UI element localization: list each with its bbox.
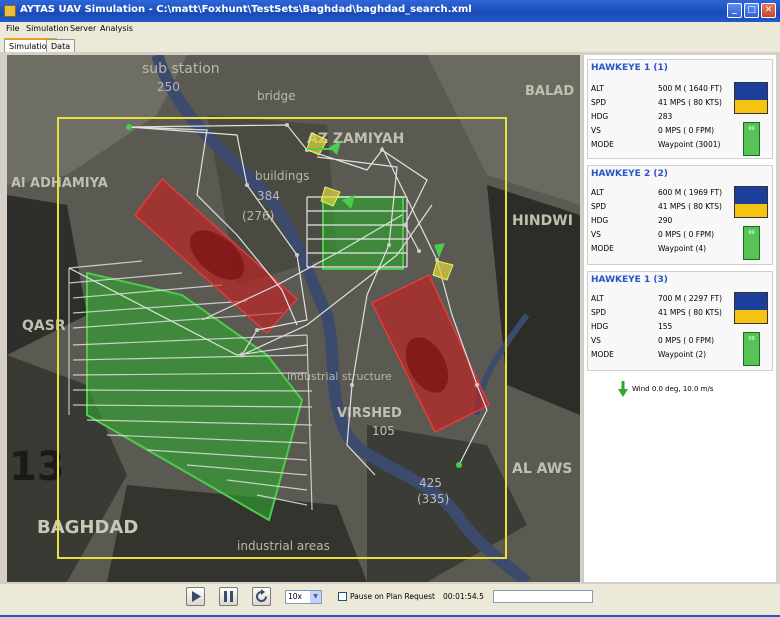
attitude-indicator — [734, 82, 768, 114]
spd-row: SPD 41 MPS ( 80 KTS) — [591, 308, 722, 317]
window-title: AYTAS UAV Simulation - C:\matt\Foxhunt\T… — [20, 4, 472, 15]
map-label-250: 250 — [157, 80, 180, 94]
uav-status-panel: HAWKEYE 1 (1) ALT 500 M ( 1640 FT) SPD 41 … — [583, 55, 776, 582]
maximize-button[interactable]: □ — [744, 3, 759, 18]
alt-row: ALT 700 M ( 2297 FT) — [591, 294, 723, 303]
refresh-icon — [256, 589, 267, 602]
sim-timer: 00:01:54.5 — [443, 592, 484, 601]
uav-name: HAWKEYE 1 (3) — [591, 275, 668, 285]
alt-row: ALT 500 M ( 1640 FT) — [591, 84, 723, 93]
pause-icon — [224, 591, 233, 602]
mode-row: MODE Waypoint (2) — [591, 350, 707, 359]
uav-name: HAWKEYE 1 (1) — [591, 63, 668, 73]
map-label-qasr: QASR — [22, 318, 66, 334]
map-label-substation: sub station — [142, 61, 220, 77]
pause-on-plan-label: Pause on Plan Request — [350, 592, 435, 601]
map-label-aladhamiya: Al ADHAMIYA — [11, 176, 108, 191]
close-button[interactable]: ✕ — [761, 3, 776, 18]
menu-file[interactable]: File — [6, 24, 19, 33]
fuel-gauge: 99 — [743, 226, 760, 260]
wind-indicator: Wind 0.0 deg, 10.0 m/s — [618, 381, 714, 397]
progress-bar — [493, 590, 593, 603]
map-label-bridge: bridge — [257, 89, 296, 103]
menu-analysis[interactable]: Analysis — [100, 24, 133, 33]
hdg-row: HDG 155 — [591, 322, 673, 331]
fuel-gauge: 99 — [743, 122, 760, 156]
hdg-row: HDG 283 — [591, 112, 673, 121]
home-marker[interactable] — [126, 124, 132, 130]
play-button[interactable] — [186, 587, 205, 606]
uav-name: HAWKEYE 2 (2) — [591, 169, 668, 179]
map-label-384: 384 — [257, 189, 280, 203]
pause-button[interactable] — [219, 587, 238, 606]
reset-button[interactable] — [252, 587, 271, 606]
map-label-virshed: VIRSHED — [337, 406, 402, 421]
wind-arrow-icon — [618, 381, 628, 397]
alt-row: ALT 600 M ( 1969 FT) — [591, 188, 723, 197]
map-label-105: 105 — [372, 424, 395, 438]
attitude-indicator — [734, 186, 768, 218]
menu-bar: File Simulation Server Analysis — [0, 22, 780, 36]
goal-marker[interactable] — [456, 462, 462, 468]
map-label-13: 13 — [9, 444, 65, 490]
mode-row: MODE Waypoint (3001) — [591, 140, 721, 149]
vs-row: VS 0 MPS ( 0 FPM) — [591, 336, 714, 345]
map-label-425: 425 — [419, 476, 442, 490]
menu-server[interactable]: Server — [70, 24, 96, 33]
fuel-gauge: 99 — [743, 332, 760, 366]
tab-bar: Simulation Data — [0, 36, 780, 52]
map-label-alaws: AL AWS — [512, 461, 572, 477]
speed-select[interactable]: 10x ▼ — [285, 590, 322, 604]
play-icon — [192, 591, 201, 602]
uav-card-3: HAWKEYE 1 (3) ALT 700 M ( 2297 FT) SPD 41 … — [587, 271, 773, 371]
speed-value: 10x — [288, 592, 302, 601]
spd-row: SPD 41 MPS ( 80 KTS) — [591, 98, 722, 107]
uav-card-1: HAWKEYE 1 (1) ALT 500 M ( 1640 FT) SPD 41 … — [587, 59, 773, 159]
map-label-baghdad: BAGHDAD — [37, 517, 138, 538]
spd-row: SPD 41 MPS ( 80 KTS) — [591, 202, 722, 211]
map-label-hindwi: HINDWI — [512, 213, 573, 229]
map-view[interactable]: sub station 250 bridge AZ ZAMIYAH Al ADH… — [7, 55, 580, 582]
chevron-down-icon[interactable]: ▼ — [310, 591, 321, 603]
minimize-button[interactable]: _ — [727, 3, 742, 18]
map-label-335: (335) — [417, 492, 449, 506]
map-label-industrial: industrial structure — [287, 370, 392, 383]
tab-data[interactable]: Data — [46, 39, 76, 52]
control-bar: 10x ▼ Pause on Plan Request 00:01:54.5 — [0, 584, 780, 617]
vs-row: VS 0 MPS ( 0 FPM) — [591, 126, 714, 135]
map-label-buildings: buildings — [255, 169, 309, 183]
vs-row: VS 0 MPS ( 0 FPM) — [591, 230, 714, 239]
menu-simulation[interactable]: Simulation — [26, 24, 69, 33]
title-bar: AYTAS UAV Simulation - C:\matt\Foxhunt\T… — [0, 0, 780, 22]
uav-card-2: HAWKEYE 2 (2) ALT 600 M ( 1969 FT) SPD 41 … — [587, 165, 773, 265]
mode-row: MODE Waypoint (4) — [591, 244, 707, 253]
map-canvas[interactable]: sub station 250 bridge AZ ZAMIYAH Al ADH… — [7, 55, 580, 582]
map-label-balad: BALAD — [525, 84, 574, 99]
map-label-industrial-areas: industrial areas — [237, 539, 330, 553]
pause-on-plan-checkbox[interactable] — [338, 592, 347, 601]
attitude-indicator — [734, 292, 768, 324]
wind-text: Wind 0.0 deg, 10.0 m/s — [632, 385, 714, 393]
app-icon — [4, 5, 16, 17]
hdg-row: HDG 290 — [591, 216, 673, 225]
